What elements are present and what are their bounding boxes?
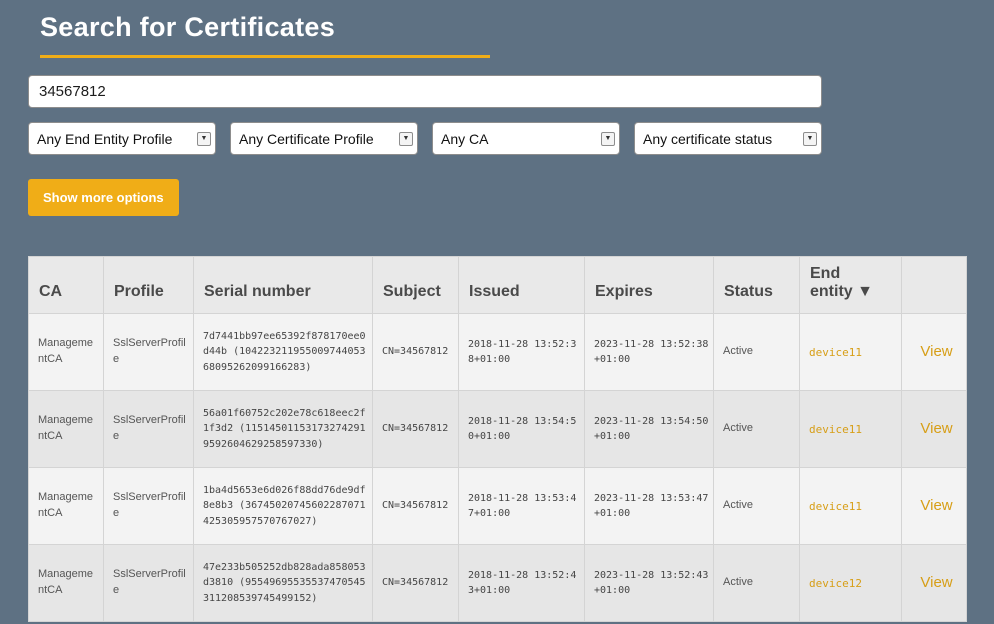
column-header-issued: Issued	[459, 257, 585, 314]
end-entity-link[interactable]: device11	[809, 423, 862, 436]
table-header-row: CA Profile Serial number Subject Issued …	[29, 257, 967, 314]
cell-ca: ManagementCA	[29, 391, 104, 468]
cell-subject: CN=34567812	[373, 545, 459, 622]
cell-subject: CN=34567812	[373, 391, 459, 468]
view-link[interactable]: View	[920, 574, 952, 591]
cell-expires: 2023-11-28 13:54:50+01:00	[585, 391, 714, 468]
column-header-status: Status	[714, 257, 800, 314]
end-entity-profile-select[interactable]: Any End Entity Profile	[28, 122, 216, 155]
column-header-ca: CA	[29, 257, 104, 314]
cell-serial-number: 1ba4d5653e6d026f88dd76de9df8e8b3 (367450…	[194, 468, 373, 545]
cell-actions: View	[902, 314, 967, 391]
column-header-end-entity-sort[interactable]: End entity ▼	[800, 257, 902, 314]
cell-profile: SslServerProfile	[104, 391, 194, 468]
ca-select[interactable]: Any CA	[432, 122, 620, 155]
certificate-profile-select[interactable]: Any Certificate Profile	[230, 122, 418, 155]
cell-end-entity: device11	[800, 468, 902, 545]
page-title: Search for Certificates	[40, 12, 966, 43]
filter-certificate-status: Any certificate status ▼	[634, 122, 822, 155]
cell-expires: 2023-11-28 13:52:43+01:00	[585, 545, 714, 622]
cell-issued: 2018-11-28 13:52:43+01:00	[459, 545, 585, 622]
cell-subject: CN=34567812	[373, 468, 459, 545]
certificate-status-select[interactable]: Any certificate status	[634, 122, 822, 155]
filter-bar: Any End Entity Profile ▼ Any Certificate…	[28, 122, 822, 155]
search-input[interactable]	[28, 75, 822, 108]
cell-profile: SslServerProfile	[104, 314, 194, 391]
cell-actions: View	[902, 391, 967, 468]
title-underline	[40, 55, 490, 58]
view-link[interactable]: View	[920, 343, 952, 360]
cell-subject: CN=34567812	[373, 314, 459, 391]
cell-end-entity: device11	[800, 391, 902, 468]
cell-ca: ManagementCA	[29, 314, 104, 391]
cell-ca: ManagementCA	[29, 545, 104, 622]
cell-status: Active	[714, 314, 800, 391]
table-row: ManagementCA SslServerProfile 1ba4d5653e…	[29, 468, 967, 545]
cell-status: Active	[714, 391, 800, 468]
column-header-actions	[902, 257, 967, 314]
show-more-options-button[interactable]: Show more options	[28, 179, 179, 216]
cell-profile: SslServerProfile	[104, 468, 194, 545]
view-link[interactable]: View	[920, 497, 952, 514]
cell-profile: SslServerProfile	[104, 545, 194, 622]
certificates-search-page: Search for Certificates Any End Entity P…	[0, 0, 994, 622]
view-link[interactable]: View	[920, 420, 952, 437]
cell-status: Active	[714, 468, 800, 545]
cell-status: Active	[714, 545, 800, 622]
filter-end-entity-profile: Any End Entity Profile ▼	[28, 122, 216, 155]
cell-issued: 2018-11-28 13:53:47+01:00	[459, 468, 585, 545]
end-entity-link[interactable]: device11	[809, 500, 862, 513]
end-entity-link[interactable]: device12	[809, 577, 862, 590]
filter-ca: Any CA ▼	[432, 122, 620, 155]
table-row: ManagementCA SslServerProfile 47e233b505…	[29, 545, 967, 622]
cell-issued: 2018-11-28 13:52:38+01:00	[459, 314, 585, 391]
cell-serial-number: 47e233b505252db828ada858053d3810 (955496…	[194, 545, 373, 622]
cell-end-entity: device12	[800, 545, 902, 622]
cell-actions: View	[902, 545, 967, 622]
cell-serial-number: 56a01f60752c202e78c618eec2f1f3d2 (115145…	[194, 391, 373, 468]
column-header-profile: Profile	[104, 257, 194, 314]
table-row: ManagementCA SslServerProfile 56a01f6075…	[29, 391, 967, 468]
end-entity-link[interactable]: device11	[809, 346, 862, 359]
cell-end-entity: device11	[800, 314, 902, 391]
cell-ca: ManagementCA	[29, 468, 104, 545]
table-row: ManagementCA SslServerProfile 7d7441bb97…	[29, 314, 967, 391]
cell-issued: 2018-11-28 13:54:50+01:00	[459, 391, 585, 468]
filter-certificate-profile: Any Certificate Profile ▼	[230, 122, 418, 155]
column-header-expires: Expires	[585, 257, 714, 314]
cell-serial-number: 7d7441bb97ee65392f878170ee0d44b (1042232…	[194, 314, 373, 391]
certificates-table: CA Profile Serial number Subject Issued …	[28, 256, 967, 622]
column-header-subject: Subject	[373, 257, 459, 314]
column-header-serial-number: Serial number	[194, 257, 373, 314]
cell-actions: View	[902, 468, 967, 545]
cell-expires: 2023-11-28 13:52:38+01:00	[585, 314, 714, 391]
cell-expires: 2023-11-28 13:53:47+01:00	[585, 468, 714, 545]
